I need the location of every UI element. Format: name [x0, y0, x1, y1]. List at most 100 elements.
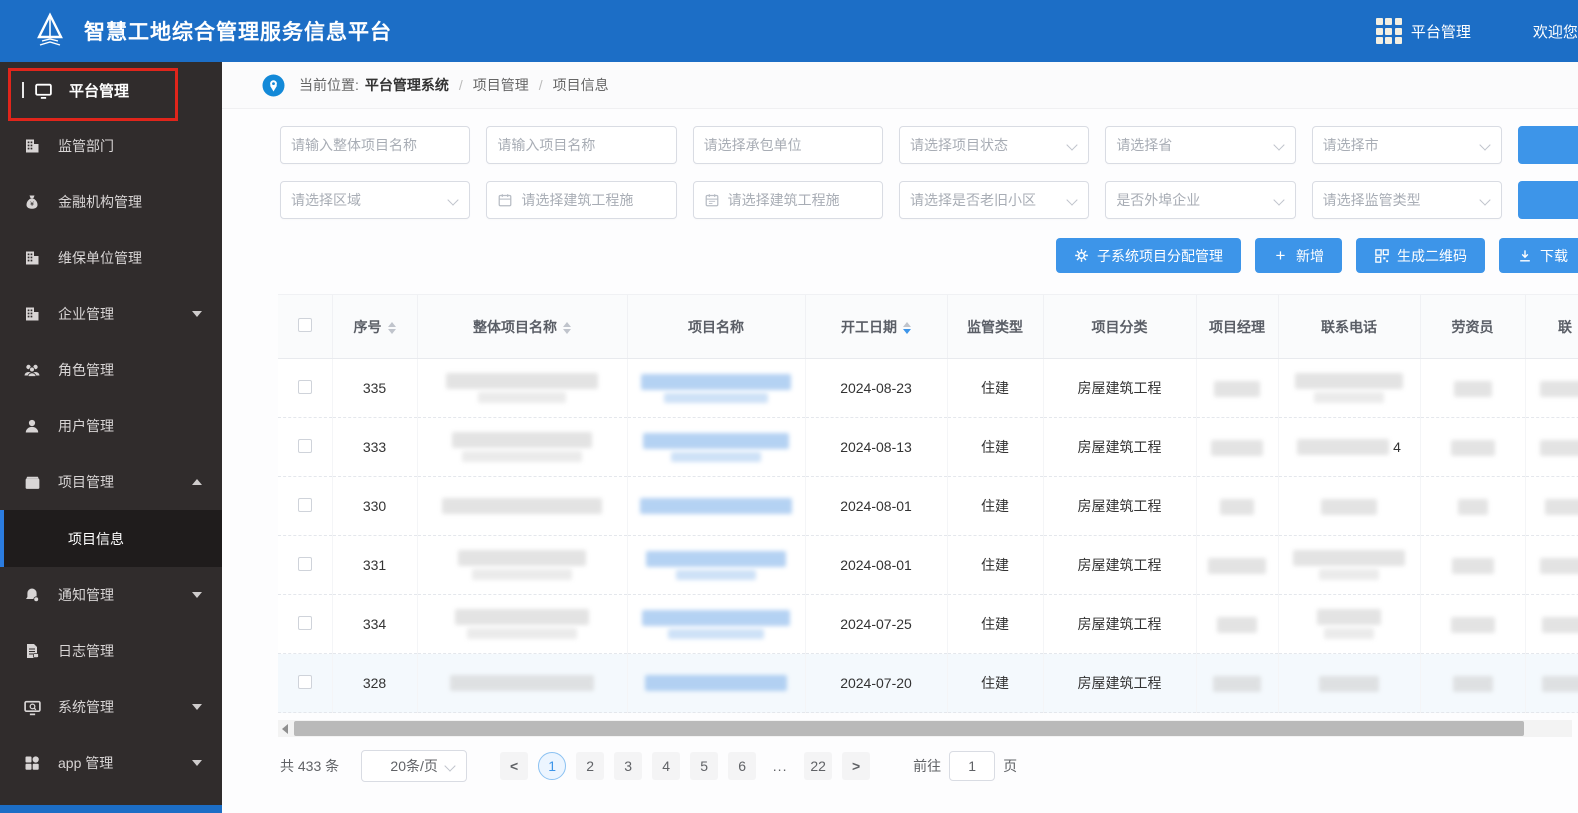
- horizontal-scrollbar[interactable]: [278, 720, 1572, 737]
- redacted-project-name-link[interactable]: [628, 609, 805, 639]
- add-button[interactable]: + 新增: [1255, 238, 1342, 273]
- col-start-date[interactable]: 开工日期: [805, 294, 948, 359]
- bell-icon: [22, 585, 42, 605]
- system-monitor-icon: [22, 697, 42, 717]
- scrollbar-thumb[interactable]: [294, 721, 1524, 736]
- more-pages-icon[interactable]: ...: [766, 752, 794, 780]
- sidebar-item-notification-management[interactable]: 通知管理: [0, 567, 222, 623]
- table-row[interactable]: 334 2024-07-25 住建 房屋建筑工程: [278, 594, 1578, 654]
- redacted-project-name-link[interactable]: [628, 498, 805, 514]
- col-labor-officer: 劳资员: [1420, 294, 1526, 359]
- goto-page-input[interactable]: [949, 751, 996, 781]
- redacted-labor: [1457, 498, 1488, 515]
- sort-icons-active[interactable]: [903, 321, 911, 334]
- sort-icons[interactable]: [387, 321, 396, 334]
- breadcrumb-project-info[interactable]: 项目信息: [553, 75, 609, 95]
- breadcrumb-prefix: 当前位置:: [299, 77, 359, 93]
- region-select[interactable]: 请选择区域: [280, 181, 471, 219]
- generate-qrcode-button[interactable]: 生成二维码: [1356, 238, 1485, 273]
- construction-date-end-picker[interactable]: 请选择建筑工程施: [692, 181, 883, 219]
- sidebar-item-platform-management[interactable]: 平台管理: [0, 62, 222, 118]
- page-button[interactable]: 3: [614, 752, 643, 780]
- sidebar-bottom-strip: [0, 805, 222, 813]
- col-manager: 项目经理: [1196, 294, 1279, 359]
- table-row[interactable]: 333 2024-08-13 住建 房屋建筑工程 4: [278, 417, 1578, 477]
- log-file-icon: [22, 641, 42, 661]
- overall-project-name-field[interactable]: [280, 126, 471, 164]
- redacted-manager: [1211, 439, 1263, 456]
- overall-project-name-input[interactable]: [291, 137, 460, 153]
- sidebar-item-system-management[interactable]: 系统管理: [0, 679, 222, 735]
- next-page-button[interactable]: >: [842, 752, 871, 780]
- row-checkbox[interactable]: [297, 674, 312, 689]
- page-button[interactable]: 5: [690, 752, 719, 780]
- subsystem-assign-button[interactable]: 子系统项目分配管理: [1056, 238, 1241, 273]
- redacted-project-name-link[interactable]: [628, 373, 805, 403]
- app-header: 智慧工地综合管理服务信息平台 平台管理 欢迎您:: [0, 0, 1578, 62]
- table-row[interactable]: 335 2024-08-23 住建 房屋建筑工程: [278, 358, 1578, 418]
- construction-date-start-picker[interactable]: 请选择建筑工程施: [486, 181, 677, 219]
- cell-category: 房屋建筑工程: [1043, 653, 1197, 713]
- row-checkbox[interactable]: [297, 379, 312, 394]
- sidebar-item-app-management[interactable]: app 管理: [0, 735, 222, 791]
- sidebar-item-label: 企业管理: [58, 306, 114, 322]
- sidebar-item-regulatory-department[interactable]: 监管部门: [0, 118, 222, 174]
- select-all-checkbox[interactable]: [297, 318, 312, 332]
- table-row[interactable]: 331 2024-08-01 住建 房屋建筑工程: [278, 535, 1578, 595]
- contractor-select[interactable]: 请选择承包单位: [692, 126, 883, 164]
- row-checkbox[interactable]: [297, 438, 312, 453]
- redacted-project-name-link[interactable]: [628, 550, 805, 580]
- city-select[interactable]: 请选择市: [1311, 126, 1502, 164]
- download-button[interactable]: 下载: [1499, 238, 1578, 273]
- sidebar-item-label: 金融机构管理: [58, 194, 142, 210]
- old-community-select[interactable]: 请选择是否老旧小区: [898, 181, 1090, 219]
- redacted-project-name-link[interactable]: [628, 675, 805, 691]
- sidebar-item-project-management[interactable]: 项目管理: [0, 454, 222, 510]
- sort-icons[interactable]: [563, 321, 571, 334]
- row-checkbox[interactable]: [297, 615, 312, 630]
- project-name-input[interactable]: [497, 137, 666, 153]
- search-button-partial[interactable]: [1517, 126, 1578, 164]
- redacted-labor: [1453, 380, 1492, 397]
- page-size-select[interactable]: 20条/页: [361, 750, 468, 782]
- page-button-active[interactable]: 1: [538, 752, 567, 780]
- sidebar-item-financial-institutions[interactable]: ¥ 金融机构管理: [0, 174, 222, 230]
- sidebar-item-maintenance-units[interactable]: 维保单位管理: [0, 230, 222, 286]
- sidebar-item-role-management[interactable]: 角色管理: [0, 342, 222, 398]
- page-button[interactable]: 4: [652, 752, 681, 780]
- sidebar-item-user-management[interactable]: 用户管理: [0, 398, 222, 454]
- moneybag-icon: ¥: [22, 192, 42, 212]
- projects-table: 序号 整体项目名称 项目名称 开工日期 监管类型 项目分类 项目经理 联系电话 …: [278, 294, 1578, 713]
- breadcrumb-root[interactable]: 平台管理系统: [365, 75, 449, 95]
- page-button[interactable]: 2: [576, 752, 605, 780]
- supervision-type-select[interactable]: 请选择监管类型: [1311, 181, 1502, 219]
- goto-label: 前往: [913, 758, 942, 774]
- project-name-field[interactable]: [486, 126, 677, 164]
- col-overall-name[interactable]: 整体项目名称: [417, 294, 628, 359]
- col-serial[interactable]: 序号: [332, 294, 418, 359]
- province-select[interactable]: 请选择省: [1105, 126, 1296, 164]
- table-row[interactable]: 328 2024-07-20 住建 房屋建筑工程: [278, 653, 1578, 713]
- apps-grid-icon[interactable]: [1375, 18, 1402, 44]
- page-button[interactable]: 6: [728, 752, 757, 780]
- project-status-select[interactable]: 请选择项目状态: [898, 126, 1090, 164]
- col-project-name: 项目名称: [627, 294, 806, 359]
- breadcrumb-project-management[interactable]: 项目管理: [473, 75, 529, 95]
- page-button[interactable]: 22: [804, 752, 833, 780]
- sidebar-item-label: 监管部门: [58, 138, 114, 154]
- table-row[interactable]: 330 2024-08-01 住建 房屋建筑工程: [278, 476, 1578, 536]
- svg-text:¥: ¥: [30, 201, 34, 208]
- chevron-down-icon: [444, 760, 456, 772]
- external-enterprise-select[interactable]: 是否外埠企业: [1105, 181, 1296, 219]
- prev-page-button[interactable]: <: [500, 752, 529, 780]
- row-checkbox[interactable]: [297, 556, 312, 571]
- redacted-project-name-link[interactable]: [628, 432, 805, 462]
- header-platform-nav[interactable]: 平台管理: [1411, 21, 1471, 42]
- row-checkbox[interactable]: [297, 497, 312, 512]
- sidebar-subitem-project-info[interactable]: 项目信息: [0, 510, 222, 567]
- sidebar-item-enterprise-management[interactable]: 企业管理: [0, 286, 222, 342]
- page-title: 智慧工地综合管理服务信息平台: [84, 21, 392, 44]
- sidebar-item-log-management[interactable]: 日志管理: [0, 623, 222, 679]
- scroll-left-icon[interactable]: [282, 723, 288, 734]
- reset-button-partial[interactable]: [1517, 181, 1578, 219]
